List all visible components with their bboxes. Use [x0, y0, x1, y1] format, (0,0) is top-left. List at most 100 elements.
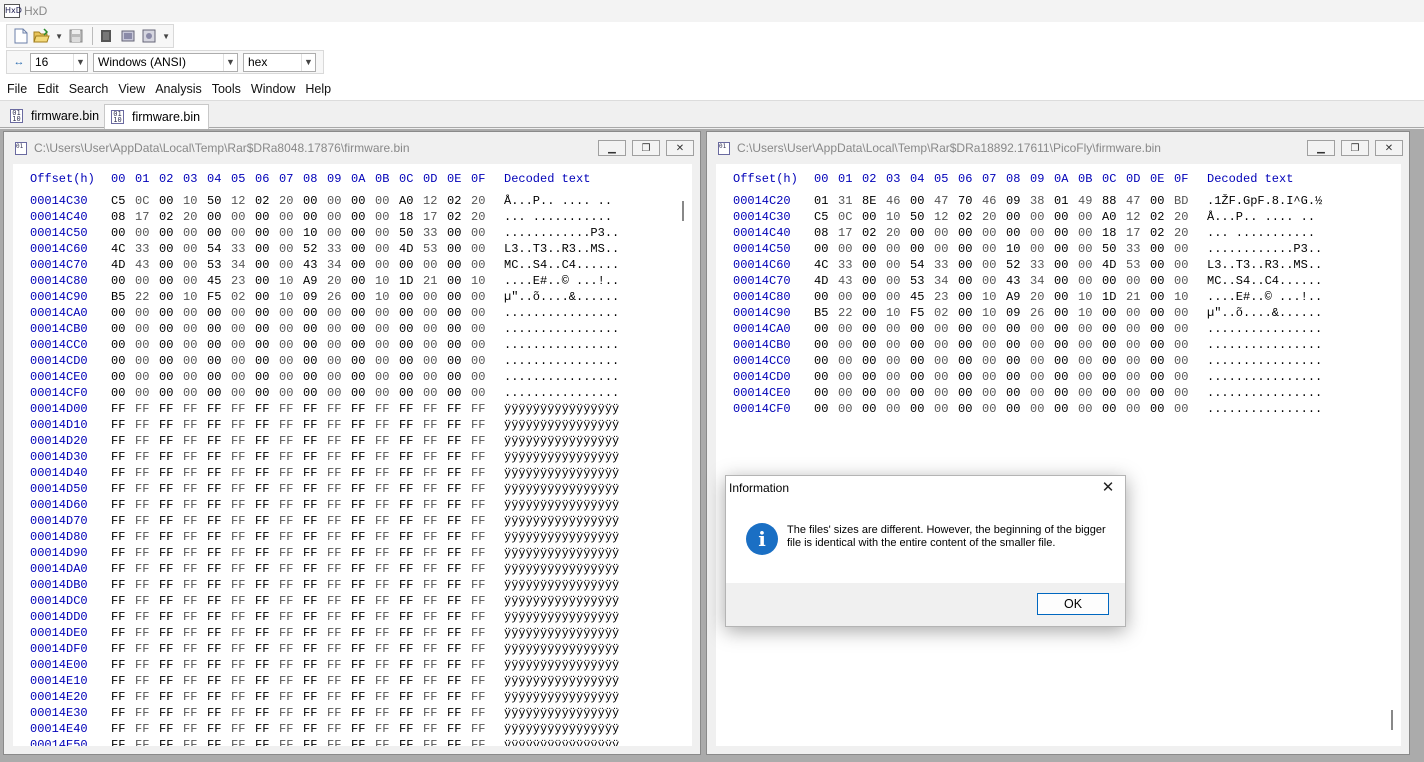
- hex-byte[interactable]: FF: [423, 642, 437, 656]
- hex-byte[interactable]: FF: [207, 482, 221, 496]
- hex-byte[interactable]: 00: [207, 386, 221, 400]
- hex-byte[interactable]: FF: [423, 450, 437, 464]
- hex-byte[interactable]: FF: [351, 690, 365, 704]
- hex-byte[interactable]: 00: [231, 338, 245, 352]
- hex-byte[interactable]: FF: [279, 578, 293, 592]
- hex-byte[interactable]: FF: [255, 690, 269, 704]
- hex-byte[interactable]: FF: [423, 626, 437, 640]
- hex-byte[interactable]: 00: [982, 258, 996, 272]
- hex-byte[interactable]: FF: [327, 706, 341, 720]
- menu-analysis[interactable]: Analysis: [155, 82, 202, 96]
- hex-byte[interactable]: FF: [279, 738, 293, 746]
- hex-byte[interactable]: 00: [862, 274, 876, 288]
- hex-byte[interactable]: 00: [1102, 322, 1116, 336]
- hex-byte[interactable]: 20: [471, 194, 485, 208]
- hex-byte[interactable]: 00: [351, 258, 365, 272]
- hex-byte[interactable]: 00: [471, 322, 485, 336]
- hex-byte[interactable]: 43: [1006, 274, 1020, 288]
- hex-byte[interactable]: 00: [1006, 402, 1020, 416]
- hex-byte[interactable]: 00: [183, 338, 197, 352]
- decoded-text[interactable]: ................: [504, 306, 619, 320]
- hex-byte[interactable]: FF: [351, 498, 365, 512]
- hex-byte[interactable]: FF: [207, 402, 221, 416]
- hex-byte[interactable]: FF: [327, 514, 341, 528]
- hex-byte[interactable]: 00: [159, 242, 173, 256]
- hex-byte[interactable]: FF: [351, 514, 365, 528]
- hex-byte[interactable]: FF: [279, 610, 293, 624]
- hex-byte[interactable]: 00: [423, 306, 437, 320]
- hex-byte[interactable]: 47: [934, 194, 948, 208]
- hex-byte[interactable]: FF: [255, 402, 269, 416]
- hex-byte[interactable]: 00: [1102, 370, 1116, 384]
- hex-byte[interactable]: 1D: [1102, 290, 1116, 304]
- decoded-text[interactable]: ÿÿÿÿÿÿÿÿÿÿÿÿÿÿÿÿ: [504, 722, 619, 736]
- hex-byte[interactable]: FF: [183, 690, 197, 704]
- hex-byte[interactable]: FF: [327, 562, 341, 576]
- hex-byte[interactable]: 00: [351, 274, 365, 288]
- hex-byte[interactable]: 00: [1054, 370, 1068, 384]
- hex-byte[interactable]: 00: [231, 306, 245, 320]
- hex-byte[interactable]: FF: [303, 498, 317, 512]
- hex-byte[interactable]: 02: [255, 194, 269, 208]
- hex-byte[interactable]: 20: [279, 194, 293, 208]
- charset-select[interactable]: Windows (ANSI) ▼: [93, 52, 238, 72]
- hex-byte[interactable]: FF: [423, 466, 437, 480]
- hex-byte[interactable]: FF: [207, 690, 221, 704]
- hex-byte[interactable]: 20: [471, 210, 485, 224]
- hex-byte[interactable]: 00: [159, 258, 173, 272]
- hex-byte[interactable]: 33: [934, 258, 948, 272]
- hex-byte[interactable]: A0: [1102, 210, 1116, 224]
- hex-byte[interactable]: 00: [399, 370, 413, 384]
- hex-byte[interactable]: 00: [471, 338, 485, 352]
- hex-byte[interactable]: 00: [1030, 338, 1044, 352]
- hex-byte[interactable]: FF: [183, 642, 197, 656]
- hex-byte[interactable]: 00: [1126, 274, 1140, 288]
- hex-byte[interactable]: 00: [1126, 402, 1140, 416]
- hex-byte[interactable]: 00: [111, 274, 125, 288]
- hex-byte[interactable]: FF: [135, 498, 149, 512]
- hex-byte[interactable]: 00: [375, 210, 389, 224]
- hex-byte[interactable]: 53: [1126, 258, 1140, 272]
- hex-byte[interactable]: 00: [135, 226, 149, 240]
- hex-byte[interactable]: FF: [351, 738, 365, 746]
- hex-byte[interactable]: 00: [886, 258, 900, 272]
- hex-byte[interactable]: FF: [447, 706, 461, 720]
- hex-byte[interactable]: 00: [814, 338, 828, 352]
- hex-byte[interactable]: 00: [255, 242, 269, 256]
- decoded-text[interactable]: ................: [1207, 338, 1322, 352]
- hex-byte[interactable]: 23: [231, 274, 245, 288]
- hex-byte[interactable]: 00: [1078, 322, 1092, 336]
- hex-byte[interactable]: 00: [399, 354, 413, 368]
- hex-byte[interactable]: FF: [327, 594, 341, 608]
- hex-byte[interactable]: 00: [207, 306, 221, 320]
- hex-byte[interactable]: 00: [279, 354, 293, 368]
- hex-byte[interactable]: 00: [231, 226, 245, 240]
- hex-byte[interactable]: 00: [910, 242, 924, 256]
- hex-byte[interactable]: FF: [135, 530, 149, 544]
- open-dropdown-icon[interactable]: ▼: [54, 26, 64, 46]
- hex-byte[interactable]: 10: [375, 274, 389, 288]
- hex-byte[interactable]: 00: [327, 370, 341, 384]
- hex-byte[interactable]: FF: [423, 530, 437, 544]
- hex-byte[interactable]: 00: [327, 306, 341, 320]
- hex-byte[interactable]: FF: [207, 722, 221, 736]
- decoded-text[interactable]: ÿÿÿÿÿÿÿÿÿÿÿÿÿÿÿÿ: [504, 594, 619, 608]
- minimize-icon[interactable]: ▁: [1307, 140, 1335, 156]
- hex-byte[interactable]: FF: [351, 626, 365, 640]
- hex-byte[interactable]: 00: [982, 402, 996, 416]
- hex-byte[interactable]: 50: [1102, 242, 1116, 256]
- open-file-icon[interactable]: [33, 26, 53, 46]
- hex-byte[interactable]: A0: [399, 194, 413, 208]
- tab-firmware-1[interactable]: 01 10 firmware.bin: [4, 104, 107, 128]
- hex-byte[interactable]: 20: [886, 226, 900, 240]
- hex-byte[interactable]: 4C: [111, 242, 125, 256]
- hex-byte[interactable]: FF: [447, 562, 461, 576]
- hex-byte[interactable]: 00: [862, 386, 876, 400]
- hex-byte[interactable]: 20: [1174, 210, 1188, 224]
- hex-byte[interactable]: FF: [423, 610, 437, 624]
- hex-byte[interactable]: FF: [375, 434, 389, 448]
- hex-byte[interactable]: 00: [934, 322, 948, 336]
- hex-byte[interactable]: FF: [111, 658, 125, 672]
- hex-byte[interactable]: 4D: [1102, 258, 1116, 272]
- hex-byte[interactable]: 10: [375, 290, 389, 304]
